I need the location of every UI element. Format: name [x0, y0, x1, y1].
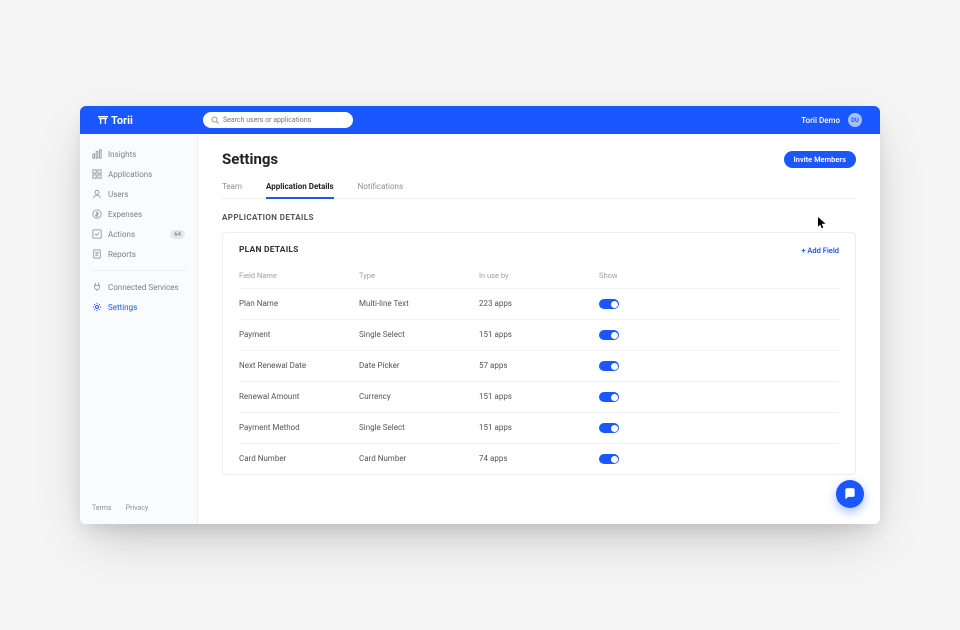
cell-show — [599, 350, 839, 381]
header-right: Torii Demo DU — [801, 113, 862, 127]
app-window: Torii Torii Demo DU Insights Application… — [80, 106, 880, 524]
check-square-icon — [92, 229, 102, 239]
sidebar-item-insights[interactable]: Insights — [80, 144, 197, 164]
sidebar-badge: 64 — [170, 230, 185, 239]
section-label: APPLICATION DETAILS — [222, 213, 856, 222]
workspace-name[interactable]: Torii Demo — [801, 116, 840, 125]
plan-details-panel: PLAN DETAILS + Add Field Field Name Type… — [222, 232, 856, 475]
header: Torii Torii Demo DU — [80, 106, 880, 134]
sidebar: Insights Applications Users Expenses Act… — [80, 134, 198, 524]
chart-bar-icon — [92, 149, 102, 159]
col-show: Show — [599, 265, 839, 288]
sidebar-item-label: Insights — [108, 150, 136, 159]
torii-icon — [98, 115, 108, 125]
cell-type: Currency — [359, 381, 479, 412]
tab-team[interactable]: Team — [222, 182, 242, 198]
sidebar-item-label: Applications — [108, 170, 152, 179]
cell-inuse: 74 apps — [479, 443, 599, 474]
cell-field: Payment — [239, 319, 359, 350]
col-in-use-by: In use by — [479, 265, 599, 288]
panel-header: PLAN DETAILS + Add Field — [239, 245, 839, 255]
toggle-show[interactable] — [599, 392, 619, 402]
page-title: Settings — [222, 150, 278, 168]
panel-title: PLAN DETAILS — [239, 245, 299, 255]
search-input[interactable] — [223, 116, 345, 124]
avatar[interactable]: DU — [848, 113, 862, 127]
toggle-show[interactable] — [599, 361, 619, 371]
sidebar-item-connected-services[interactable]: Connected Services — [80, 277, 197, 297]
cell-inuse: 151 apps — [479, 319, 599, 350]
cell-show — [599, 412, 839, 443]
cell-field: Payment Method — [239, 412, 359, 443]
col-type: Type — [359, 265, 479, 288]
cell-inuse: 57 apps — [479, 350, 599, 381]
cell-type: Card Number — [359, 443, 479, 474]
cell-type: Date Picker — [359, 350, 479, 381]
app-body: Insights Applications Users Expenses Act… — [80, 134, 880, 524]
brand-name: Torii — [111, 114, 133, 127]
footer-terms-link[interactable]: Terms — [92, 504, 112, 512]
toggle-show[interactable] — [599, 299, 619, 309]
cell-field: Plan Name — [239, 288, 359, 319]
toggle-show[interactable] — [599, 330, 619, 340]
chat-support-button[interactable] — [836, 480, 864, 508]
search-box[interactable] — [203, 112, 353, 128]
sidebar-item-expenses[interactable]: Expenses — [80, 204, 197, 224]
toggle-show[interactable] — [599, 454, 619, 464]
cell-field: Next Renewal Date — [239, 350, 359, 381]
invite-members-button[interactable]: Invite Members — [784, 151, 856, 168]
sidebar-item-label: Settings — [108, 303, 137, 312]
cell-inuse: 223 apps — [479, 288, 599, 319]
sidebar-footer: Terms Privacy — [80, 504, 197, 514]
cell-type: Multi-line Text — [359, 288, 479, 319]
toggle-show[interactable] — [599, 423, 619, 433]
cell-type: Single Select — [359, 412, 479, 443]
sidebar-item-label: Reports — [108, 250, 136, 259]
cell-show — [599, 381, 839, 412]
sidebar-item-reports[interactable]: Reports — [80, 244, 197, 264]
cell-inuse: 151 apps — [479, 412, 599, 443]
cell-show — [599, 288, 839, 319]
cell-inuse: 151 apps — [479, 381, 599, 412]
col-field-name: Field Name — [239, 265, 359, 288]
sidebar-item-label: Expenses — [108, 210, 142, 219]
cell-show — [599, 443, 839, 474]
sidebar-item-label: Connected Services — [108, 283, 179, 292]
brand-logo: Torii — [98, 114, 133, 127]
grid-icon — [92, 169, 102, 179]
cell-show — [599, 319, 839, 350]
tab-notifications[interactable]: Notifications — [358, 182, 403, 198]
plug-icon — [92, 282, 102, 292]
search-icon — [211, 116, 219, 124]
user-icon — [92, 189, 102, 199]
sidebar-item-users[interactable]: Users — [80, 184, 197, 204]
document-icon — [92, 249, 102, 259]
gear-icon — [92, 302, 102, 312]
tab-application-details[interactable]: Application Details — [266, 182, 334, 199]
main-content: Settings Invite Members Team Application… — [198, 134, 880, 524]
tabs: Team Application Details Notifications — [222, 182, 856, 199]
sidebar-item-settings[interactable]: Settings — [80, 297, 197, 317]
sidebar-item-actions[interactable]: Actions 64 — [80, 224, 197, 244]
fields-grid: Field Name Type In use by Show Plan Name… — [239, 265, 839, 474]
divider — [92, 270, 185, 271]
chat-icon — [843, 487, 857, 501]
add-field-button[interactable]: + Add Field — [801, 246, 839, 255]
cell-field: Renewal Amount — [239, 381, 359, 412]
page-header: Settings Invite Members — [222, 150, 856, 168]
sidebar-item-label: Actions — [108, 230, 135, 239]
footer-privacy-link[interactable]: Privacy — [126, 504, 149, 512]
dollar-icon — [92, 209, 102, 219]
sidebar-item-applications[interactable]: Applications — [80, 164, 197, 184]
sidebar-item-label: Users — [108, 190, 128, 199]
cell-type: Single Select — [359, 319, 479, 350]
cell-field: Card Number — [239, 443, 359, 474]
